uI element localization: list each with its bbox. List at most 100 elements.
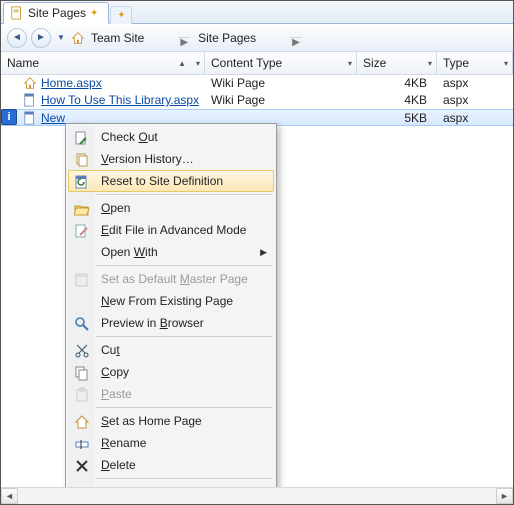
menu-label: Set as Home Page <box>101 414 202 428</box>
modified-star-icon: ✦ <box>90 8 98 19</box>
breadcrumb-root[interactable]: Team Site <box>88 29 147 47</box>
filter-drop-icon[interactable]: ▾ <box>348 59 352 68</box>
menu-label: Cut <box>101 343 120 357</box>
check-out-icon <box>73 129 91 147</box>
scroll-right-button[interactable]: ► <box>496 488 513 504</box>
home-icon <box>71 31 85 45</box>
submenu-arrow-icon: ▶ <box>260 247 267 258</box>
tab-label: Site Pages <box>28 6 86 20</box>
col-ctype-label: Content Type <box>211 56 282 70</box>
file-name[interactable]: How To Use This Library.aspx <box>41 93 199 107</box>
col-name[interactable]: Name ▲ ▾ <box>1 52 205 74</box>
menu-set-home-page[interactable]: Set as Home Page <box>68 410 274 432</box>
cell-size: 5KB <box>357 111 437 125</box>
home-page-icon <box>73 413 91 431</box>
col-size[interactable]: Size ▾ <box>357 52 437 74</box>
edit-advanced-icon <box>73 222 91 240</box>
copy-icon <box>73 364 91 382</box>
history-dropdown[interactable]: ▼ <box>55 28 67 48</box>
open-icon <box>73 200 91 218</box>
scroll-left-button[interactable]: ◄ <box>1 488 18 504</box>
list-item[interactable]: How To Use This Library.aspx Wiki Page 4… <box>1 92 513 109</box>
menu-open-with[interactable]: Open With ▶ <box>68 241 274 263</box>
menu-label: Edit File in Advanced Mode <box>101 223 246 237</box>
breadcrumb-sep-icon: ▶ <box>178 37 190 38</box>
breadcrumb: Team Site ▶ Site Pages ▶ <box>71 29 304 47</box>
menu-paste: Paste <box>68 383 274 405</box>
rename-icon <box>73 435 91 453</box>
col-content-type[interactable]: Content Type ▾ <box>205 52 357 74</box>
filter-drop-icon[interactable]: ▾ <box>196 59 200 68</box>
new-tab-button[interactable]: ✦ <box>110 6 132 24</box>
menu-set-default-master: Set as Default Master Page <box>68 268 274 290</box>
cell-size: 4KB <box>357 93 437 107</box>
file-name[interactable]: New <box>41 111 65 125</box>
menu-label: Paste <box>101 387 132 401</box>
sharepoint-designer-window: Site Pages ✦ ✦ ◄ ► ▼ Team Site ▶ Site Pa… <box>0 0 514 505</box>
cell-ctype: Wiki Page <box>205 76 357 90</box>
cell-ctype: Wiki Page <box>205 93 357 107</box>
context-menu: Check Out Version History… Reset to Site… <box>65 123 277 505</box>
scroll-track[interactable] <box>18 488 496 504</box>
cut-icon <box>73 342 91 360</box>
breadcrumb-sep-icon: ▶ <box>290 37 302 38</box>
menu-delete[interactable]: Delete <box>68 454 274 476</box>
menu-label: Preview in Browser <box>101 316 204 330</box>
menu-separator <box>96 336 272 337</box>
reset-icon <box>73 173 91 191</box>
col-type[interactable]: Type ▾ <box>437 52 513 74</box>
menu-copy[interactable]: Copy <box>68 361 274 383</box>
navigation-bar: ◄ ► ▼ Team Site ▶ Site Pages ▶ <box>1 24 513 52</box>
menu-label: Open <box>101 201 130 215</box>
forward-button[interactable]: ► <box>31 28 51 48</box>
aspx-page-icon <box>23 111 37 125</box>
menu-label: Version History… <box>101 152 194 166</box>
cell-type: aspx <box>437 93 513 107</box>
menu-rename[interactable]: Rename <box>68 432 274 454</box>
home-page-icon <box>23 76 37 90</box>
col-name-label: Name <box>7 56 39 70</box>
version-history-icon <box>73 151 91 169</box>
delete-icon <box>73 457 91 475</box>
back-button[interactable]: ◄ <box>7 28 27 48</box>
menu-separator <box>96 265 272 266</box>
menu-cut[interactable]: Cut <box>68 339 274 361</box>
info-badge-icon: i <box>1 109 17 125</box>
cell-type: aspx <box>437 76 513 90</box>
horizontal-scrollbar[interactable]: ◄ ► <box>1 487 513 504</box>
menu-edit-advanced[interactable]: Edit File in Advanced Mode <box>68 219 274 241</box>
menu-separator <box>96 194 272 195</box>
column-headers: Name ▲ ▾ Content Type ▾ Size ▾ Type ▾ <box>1 52 513 75</box>
menu-label: Rename <box>101 436 146 450</box>
menu-reset-site-definition[interactable]: Reset to Site Definition <box>68 170 274 192</box>
col-type-label: Type <box>443 56 469 70</box>
paste-icon <box>73 386 91 404</box>
menu-label: Open With <box>101 245 158 259</box>
aspx-page-icon <box>23 93 37 107</box>
menu-label: Delete <box>101 458 136 472</box>
menu-open[interactable]: Open <box>68 197 274 219</box>
menu-separator <box>96 407 272 408</box>
menu-new-from-existing[interactable]: New From Existing Page <box>68 290 274 312</box>
cell-type: aspx <box>437 111 513 125</box>
breadcrumb-current[interactable]: Site Pages <box>195 29 259 47</box>
menu-separator <box>96 478 272 479</box>
filter-drop-icon[interactable]: ▾ <box>504 59 508 68</box>
sort-asc-icon: ▲ <box>178 59 186 68</box>
menu-label: Copy <box>101 365 129 379</box>
menu-label: Set as Default Master Page <box>101 272 248 286</box>
menu-preview-browser[interactable]: Preview in Browser <box>68 312 274 334</box>
file-name[interactable]: Home.aspx <box>41 76 102 90</box>
col-size-label: Size <box>363 56 386 70</box>
menu-version-history[interactable]: Version History… <box>68 148 274 170</box>
filter-drop-icon[interactable]: ▾ <box>428 59 432 68</box>
list-item[interactable]: Home.aspx Wiki Page 4KB aspx <box>1 75 513 92</box>
menu-label: New From Existing Page <box>101 294 233 308</box>
file-list: Home.aspx Wiki Page 4KB aspx How To Use … <box>1 75 513 126</box>
tab-strip: Site Pages ✦ ✦ <box>1 1 513 24</box>
cell-size: 4KB <box>357 76 437 90</box>
menu-check-out[interactable]: Check Out <box>68 126 274 148</box>
tab-site-pages[interactable]: Site Pages ✦ <box>3 2 109 24</box>
new-tab-icon: ✦ <box>117 10 125 21</box>
master-page-icon <box>73 271 91 289</box>
